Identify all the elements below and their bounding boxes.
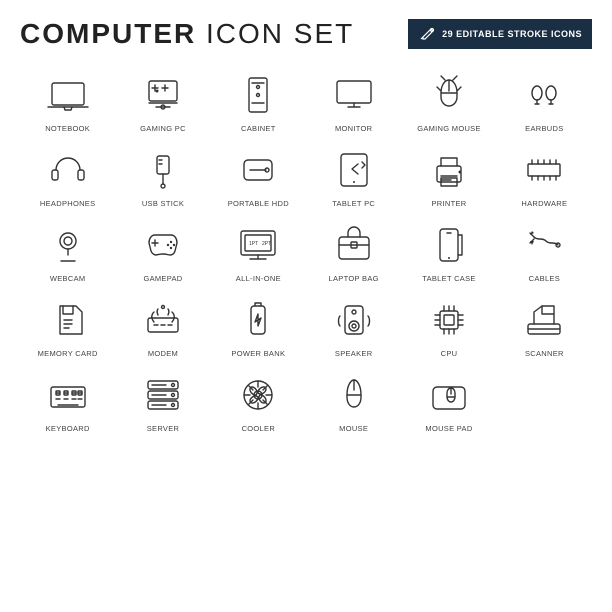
printer-label: PRINTER bbox=[431, 199, 466, 208]
cables-icon bbox=[517, 218, 571, 272]
gamepad-icon bbox=[136, 218, 190, 272]
icon-cell-modem: MODEM bbox=[115, 289, 210, 360]
headphones-label: HEADPHONES bbox=[40, 199, 96, 208]
icon-cell-gaming-mouse: GAMING MOUSE bbox=[401, 64, 496, 135]
portable-hdd-label: PORTABLE HDD bbox=[228, 199, 289, 208]
icon-cell-laptop-bag: LAPTOP BAG bbox=[306, 214, 401, 285]
icon-cell-earbuds: EARBUDS bbox=[497, 64, 592, 135]
icon-cell-scanner: SCANNER bbox=[497, 289, 592, 360]
modem-label: MODEM bbox=[148, 349, 178, 358]
mouse-label: MOUSE bbox=[339, 424, 368, 433]
icon-cell-usb-stick: USB STICK bbox=[115, 139, 210, 210]
icon-cell-cooler: COOLER bbox=[211, 364, 306, 435]
tablet-case-label: TABLET CASE bbox=[422, 274, 475, 283]
tablet-pc-label: TABLET PC bbox=[332, 199, 375, 208]
icon-cell-hardware: HARDWARE bbox=[497, 139, 592, 210]
header: COMPUTER ICON SET 29 EDITABLE STROKE ICO… bbox=[20, 18, 592, 50]
server-icon bbox=[136, 368, 190, 422]
cpu-icon bbox=[422, 293, 476, 347]
page-title: COMPUTER ICON SET bbox=[20, 18, 354, 50]
gaming-mouse-icon bbox=[422, 68, 476, 122]
icon-cell-cabinet: CABINET bbox=[211, 64, 306, 135]
monitor-icon bbox=[327, 68, 381, 122]
page: COMPUTER ICON SET 29 EDITABLE STROKE ICO… bbox=[0, 0, 612, 612]
all-in-one-label: ALL-IN-ONE bbox=[236, 274, 281, 283]
keyboard-icon bbox=[41, 368, 95, 422]
usb-stick-label: USB STICK bbox=[142, 199, 184, 208]
icon-cell-portable-hdd: PORTABLE HDD bbox=[211, 139, 306, 210]
speaker-icon bbox=[327, 293, 381, 347]
gaming-pc-icon bbox=[136, 68, 190, 122]
modem-icon bbox=[136, 293, 190, 347]
laptop-bag-icon bbox=[327, 218, 381, 272]
icon-cell-all-in-one: 1PT 2PT ALL-IN-ONE bbox=[211, 214, 306, 285]
monitor-label: MONITOR bbox=[335, 124, 372, 133]
cooler-label: COOLER bbox=[242, 424, 275, 433]
printer-icon bbox=[422, 143, 476, 197]
hardware-label: HARDWARE bbox=[521, 199, 567, 208]
memory-card-icon bbox=[41, 293, 95, 347]
badge: 29 EDITABLE STROKE ICONS bbox=[408, 19, 592, 49]
hardware-icon bbox=[517, 143, 571, 197]
power-bank-label: POWER BANK bbox=[231, 349, 285, 358]
laptop-bag-label: LAPTOP BAG bbox=[329, 274, 379, 283]
icon-cell-server: SERVER bbox=[115, 364, 210, 435]
tablet-pc-icon bbox=[327, 143, 381, 197]
webcam-icon bbox=[41, 218, 95, 272]
headphones-icon bbox=[41, 143, 95, 197]
earbuds-label: EARBUDS bbox=[525, 124, 563, 133]
icons-grid: NOTEBOOK GAMING PC bbox=[20, 64, 592, 435]
webcam-label: WEBCAM bbox=[50, 274, 86, 283]
icon-cell-monitor: MONITOR bbox=[306, 64, 401, 135]
pen-icon bbox=[418, 25, 436, 43]
cabinet-label: CABINET bbox=[241, 124, 276, 133]
scanner-icon bbox=[517, 293, 571, 347]
keyboard-label: KEYBOARD bbox=[46, 424, 90, 433]
icon-cell-notebook: NOTEBOOK bbox=[20, 64, 115, 135]
notebook-icon bbox=[41, 68, 95, 122]
icon-cell-cpu: CPU bbox=[401, 289, 496, 360]
icon-cell-mouse-pad: MOUSE PAD bbox=[401, 364, 496, 435]
mouse-pad-icon bbox=[422, 368, 476, 422]
gaming-mouse-label: GAMING MOUSE bbox=[417, 124, 481, 133]
cpu-label: CPU bbox=[441, 349, 458, 358]
notebook-label: NOTEBOOK bbox=[45, 124, 90, 133]
scanner-label: SCANNER bbox=[525, 349, 564, 358]
earbuds-icon bbox=[517, 68, 571, 122]
tablet-case-icon bbox=[422, 218, 476, 272]
cooler-icon bbox=[231, 368, 285, 422]
icon-cell-gaming-pc: GAMING PC bbox=[115, 64, 210, 135]
icon-cell-gamepad: GAMEPAD bbox=[115, 214, 210, 285]
icon-cell-mouse: MOUSE bbox=[306, 364, 401, 435]
icon-cell-webcam: WEBCAM bbox=[20, 214, 115, 285]
server-label: SERVER bbox=[147, 424, 180, 433]
speaker-label: SPEAKER bbox=[335, 349, 373, 358]
gamepad-label: GAMEPAD bbox=[143, 274, 182, 283]
gaming-pc-label: GAMING PC bbox=[140, 124, 186, 133]
badge-text: 29 EDITABLE STROKE ICONS bbox=[442, 29, 582, 39]
title-main: COMPUTER bbox=[20, 18, 196, 49]
cables-label: CABLES bbox=[529, 274, 560, 283]
icon-cell-tablet-pc: TABLET PC bbox=[306, 139, 401, 210]
svg-text:2PT: 2PT bbox=[262, 241, 271, 247]
all-in-one-icon: 1PT 2PT bbox=[231, 218, 285, 272]
icon-cell-headphones: HEADPHONES bbox=[20, 139, 115, 210]
icon-cell-cables: CABLES bbox=[497, 214, 592, 285]
title-sub: ICON SET bbox=[196, 18, 354, 49]
icon-cell-power-bank: POWER BANK bbox=[211, 289, 306, 360]
mouse-icon bbox=[327, 368, 381, 422]
svg-text:1PT: 1PT bbox=[249, 241, 258, 247]
memory-card-label: MEMORY CARD bbox=[38, 349, 98, 358]
icon-cell-memory-card: MEMORY CARD bbox=[20, 289, 115, 360]
icon-cell-keyboard: KEYBOARD bbox=[20, 364, 115, 435]
power-bank-icon bbox=[231, 293, 285, 347]
usb-stick-icon bbox=[136, 143, 190, 197]
icon-cell-printer: PRINTER bbox=[401, 139, 496, 210]
icon-cell-speaker: SPEAKER bbox=[306, 289, 401, 360]
cabinet-icon bbox=[231, 68, 285, 122]
portable-hdd-icon bbox=[231, 143, 285, 197]
icon-cell-tablet-case: TABLET CASE bbox=[401, 214, 496, 285]
mouse-pad-label: MOUSE PAD bbox=[425, 424, 472, 433]
